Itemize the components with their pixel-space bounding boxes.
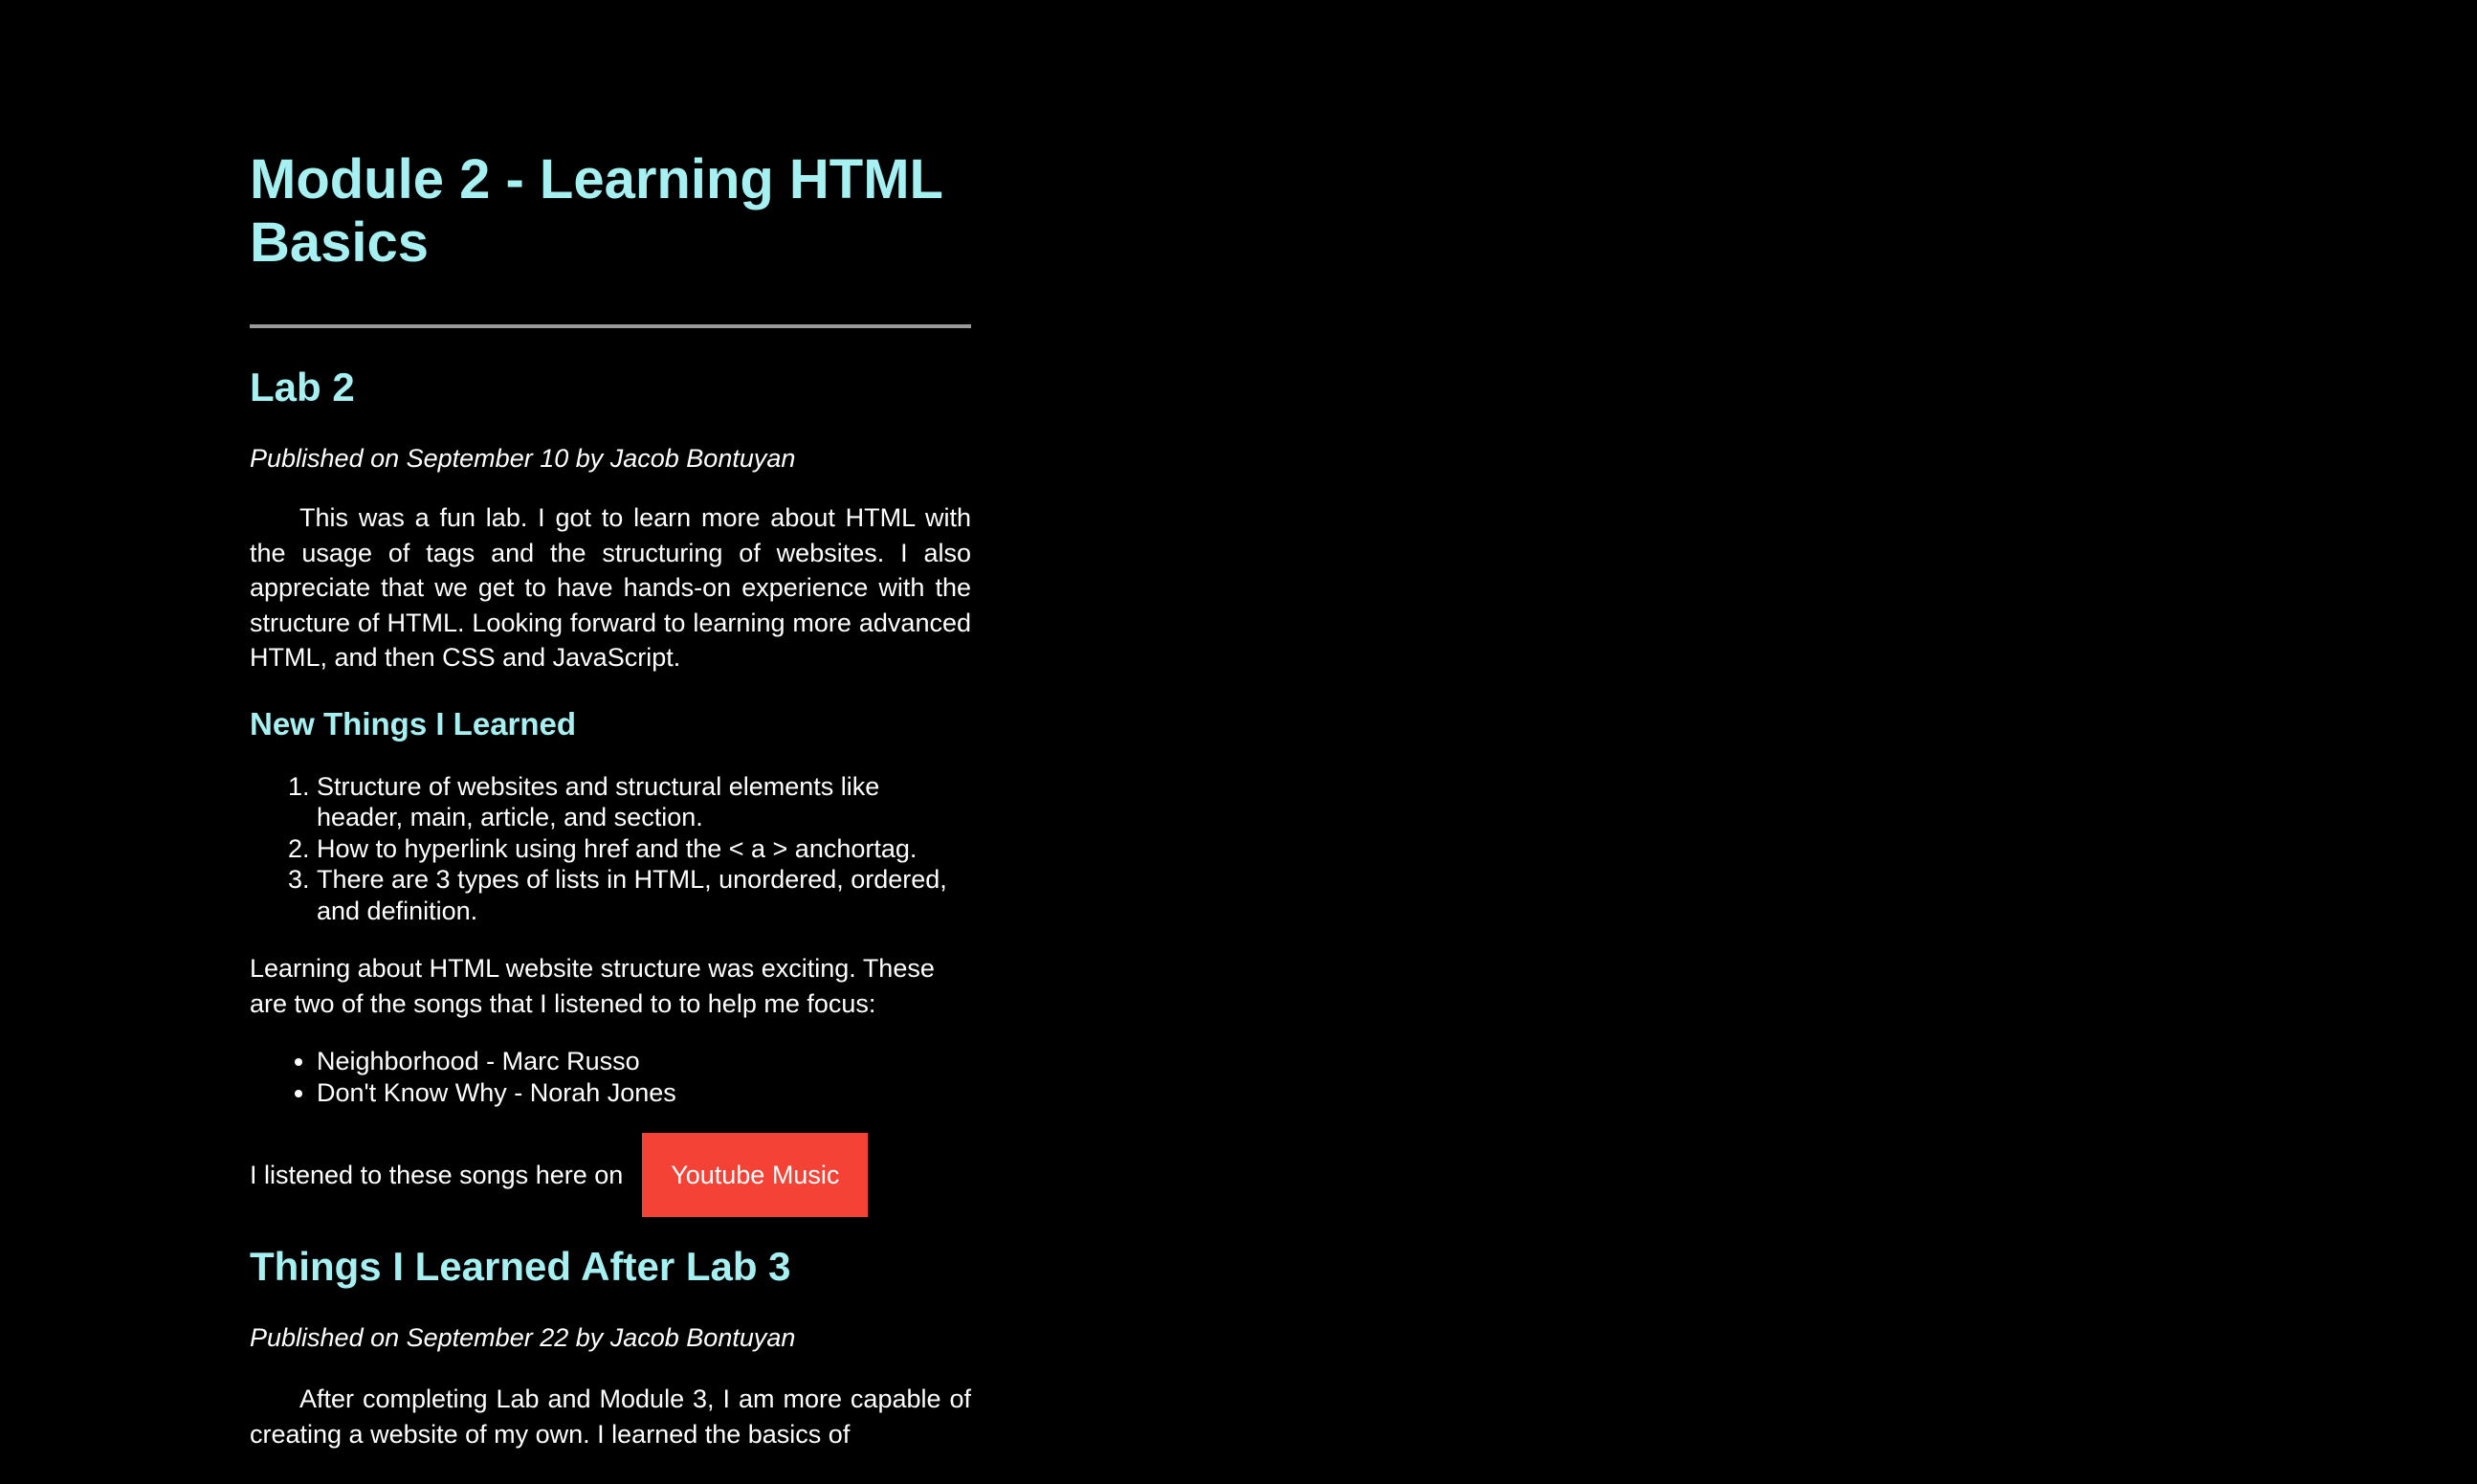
songs-list: Neighborhood - Marc Russo Don't Know Why… [250, 1046, 971, 1108]
list-item: Structure of websites and structural ele… [317, 771, 971, 833]
list-item: How to hyperlink using href and the < a … [317, 833, 971, 865]
youtube-music-button[interactable]: Youtube Music [642, 1133, 869, 1217]
page-content: Module 2 - Learning HTML Basics Lab 2 Pu… [250, 148, 971, 1451]
list-item: There are 3 types of lists in HTML, unor… [317, 864, 971, 926]
lab3-article: Things I Learned After Lab 3 Published o… [250, 1244, 971, 1451]
songs-intro: Learning about HTML website structure wa… [250, 954, 935, 1018]
listen-row: I listened to these songs here on Youtub… [250, 1133, 971, 1217]
list-item: Neighborhood - Marc Russo [317, 1046, 971, 1077]
lab3-byline: Published on September 22 by Jacob Bontu… [250, 1323, 796, 1352]
list-item: Don't Know Why - Norah Jones [317, 1077, 971, 1109]
lab2-paragraph: This was a fun lab. I got to learn more … [250, 503, 971, 672]
listen-text: I listened to these songs here on [250, 1160, 624, 1189]
page-title: Module 2 - Learning HTML Basics [250, 148, 942, 274]
new-things-heading: New Things I Learned [250, 705, 577, 742]
lab2-article: Lab 2 Published on September 10 by Jacob… [250, 365, 971, 1217]
lab3-paragraph: After completing Lab and Module 3, I am … [250, 1384, 971, 1449]
horizontal-rule [250, 324, 971, 328]
lab2-heading: Lab 2 [250, 365, 355, 410]
learned-list: Structure of websites and structural ele… [250, 771, 971, 927]
lab2-byline: Published on September 10 by Jacob Bontu… [250, 444, 796, 473]
lab3-heading: Things I Learned After Lab 3 [250, 1244, 791, 1289]
